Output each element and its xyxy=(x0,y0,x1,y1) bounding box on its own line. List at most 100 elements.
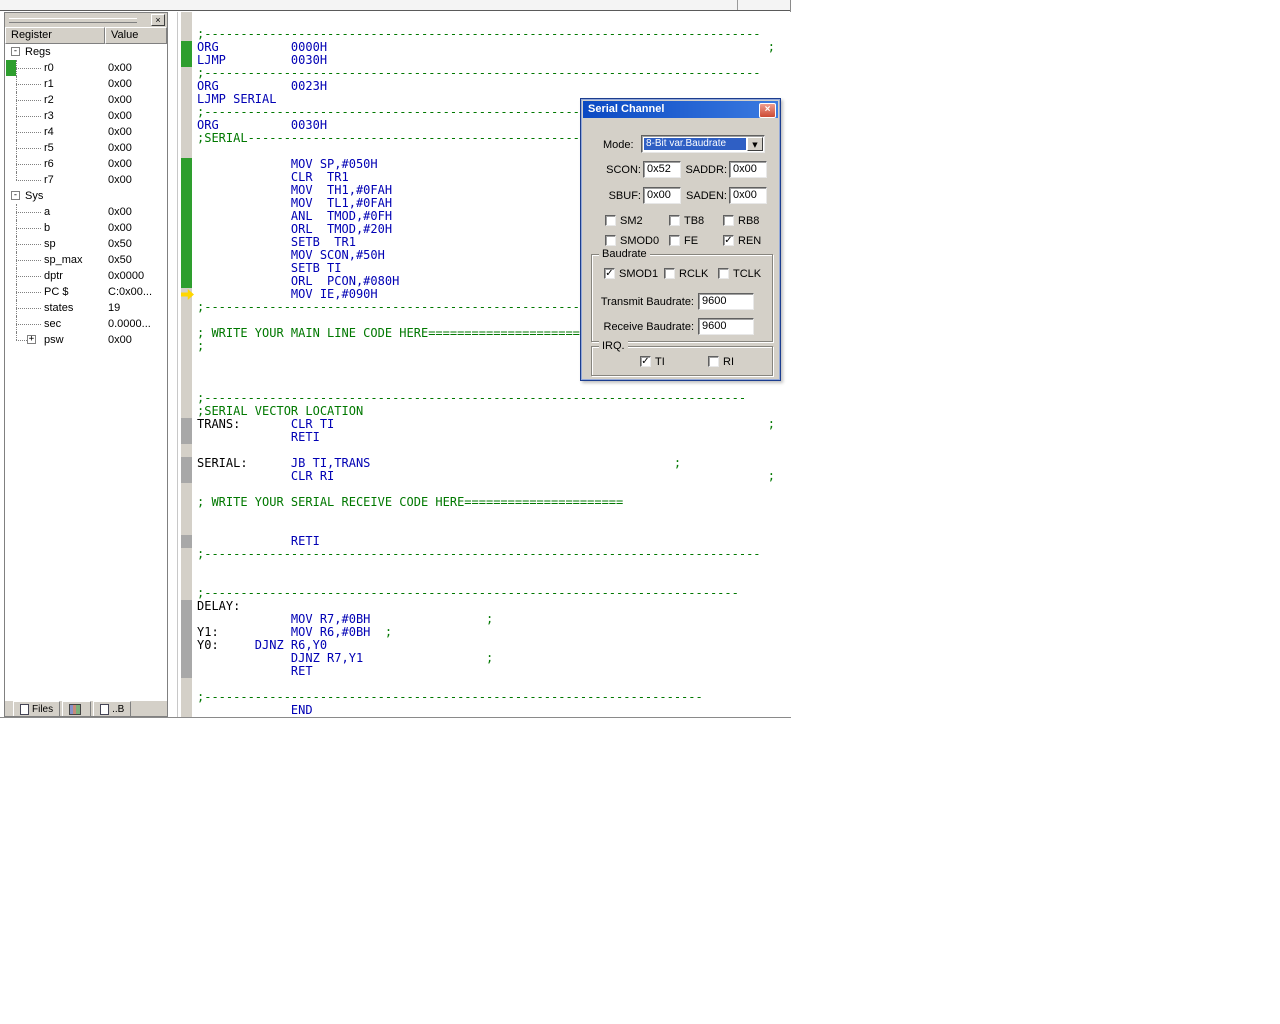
register-row-dptr[interactable]: dptr 0x0000 xyxy=(5,268,167,284)
code-line[interactable]: ORG 0023H xyxy=(197,80,775,93)
code-line[interactable] xyxy=(197,509,775,522)
checkbox-smod1[interactable]: ✓ SMOD1 xyxy=(604,267,658,280)
code-line[interactable]: CLR RI ; xyxy=(197,470,775,483)
executed-code-marker xyxy=(181,41,192,54)
code-line[interactable]: RET xyxy=(197,665,775,678)
register-row-pc-[interactable]: PC $ C:0x00... xyxy=(5,284,167,300)
code-text: CLR RI xyxy=(197,469,335,483)
checkbox-box xyxy=(718,268,729,279)
transmit-baudrate-label: Transmit Baudrate: xyxy=(600,296,694,308)
code-line[interactable]: RETI xyxy=(197,431,775,444)
code-line[interactable] xyxy=(197,561,775,574)
code-text: DELAY: xyxy=(197,599,241,613)
register-change-marker xyxy=(6,60,16,76)
saddr-label: SADDR: xyxy=(685,164,727,176)
register-row-r5[interactable]: r5 0x00 xyxy=(5,140,167,156)
checkbox-tclk[interactable]: TCLK xyxy=(718,267,761,280)
checkbox-tb8[interactable]: TB8 xyxy=(669,214,704,227)
register-row-r6[interactable]: r6 0x00 xyxy=(5,156,167,172)
column-header-register[interactable]: Register xyxy=(5,27,105,44)
transmit-baudrate-input[interactable]: 9600 xyxy=(698,293,754,310)
code-line[interactable]: ;---------------------------------------… xyxy=(197,587,775,600)
register-row-r7[interactable]: r7 0x00 xyxy=(5,172,167,188)
scon-input[interactable]: 0x52 xyxy=(643,161,681,178)
application-window: × Register Value - Regs r0 0x00 r1 0x00 r2 0x00… xyxy=(0,0,791,718)
saden-label: SADEN: xyxy=(686,190,727,202)
code-text: ; xyxy=(327,40,775,54)
tree-connector xyxy=(16,332,17,340)
code-line-marker xyxy=(181,665,192,678)
saden-input[interactable]: 0x00 xyxy=(729,187,767,204)
saddr-input[interactable]: 0x00 xyxy=(729,161,767,178)
document-icon xyxy=(20,704,29,715)
tab-files[interactable]: Files xyxy=(13,701,61,716)
checkbox-sm2[interactable]: SM2 xyxy=(605,214,643,227)
checkbox-row-2: SMOD0 FE ✓ REN xyxy=(583,234,778,248)
register-name: sp_max xyxy=(44,254,83,266)
register-row-a[interactable]: a 0x00 xyxy=(5,204,167,220)
register-row-regs[interactable]: - Regs xyxy=(5,44,167,60)
register-table-header: Register Value xyxy=(5,27,167,44)
tab-regs[interactable] xyxy=(62,701,92,716)
register-row-sp[interactable]: sp 0x50 xyxy=(5,236,167,252)
collapse-icon[interactable]: - xyxy=(11,191,20,200)
register-row-r1[interactable]: r1 0x00 xyxy=(5,76,167,92)
collapse-icon[interactable]: - xyxy=(11,47,20,56)
checkbox-smod0[interactable]: SMOD0 xyxy=(605,234,659,247)
checkbox-rb8[interactable]: RB8 xyxy=(723,214,759,227)
code-line[interactable]: END xyxy=(197,704,775,717)
checkbox-ti[interactable]: ✓ TI xyxy=(640,355,665,368)
code-text: ;---------------------------------------… xyxy=(197,690,703,704)
register-name: sp xyxy=(44,238,56,250)
dialog-titlebar[interactable]: Serial Channel × xyxy=(583,101,778,118)
tree-connector xyxy=(16,324,41,325)
close-register-window-button[interactable]: × xyxy=(151,14,165,26)
checkbox-rclk[interactable]: RCLK xyxy=(664,267,708,280)
toolbar-separator xyxy=(737,0,738,10)
executed-code-marker xyxy=(181,54,192,67)
register-row-r0[interactable]: r0 0x00 xyxy=(5,60,167,76)
register-row-r2[interactable]: r2 0x00 xyxy=(5,92,167,108)
register-value: 0.0000... xyxy=(108,318,151,330)
executed-code-marker xyxy=(181,210,192,223)
drag-grip[interactable] xyxy=(9,18,137,23)
code-text: MOV R6,#0BH xyxy=(218,625,371,639)
register-name: r2 xyxy=(44,94,54,106)
code-line[interactable]: ; WRITE YOUR SERIAL RECEIVE CODE HERE===… xyxy=(197,496,775,509)
checkbox-fe[interactable]: FE xyxy=(669,234,698,247)
code-text: ORL PCON,#080H xyxy=(197,274,400,288)
checkbox-ren[interactable]: ✓ REN xyxy=(723,234,761,247)
code-text: CLR TR1 xyxy=(197,170,349,184)
tab-books[interactable]: ..B xyxy=(93,701,132,716)
mode-combobox[interactable]: 8-Bit var.Baudrate ▼ xyxy=(641,135,765,153)
checkbox-ri[interactable]: RI xyxy=(708,355,734,368)
sbuf-input[interactable]: 0x00 xyxy=(643,187,681,204)
checkbox-label: TCLK xyxy=(733,267,762,280)
register-tree: - Regs r0 0x00 r1 0x00 r2 0x00 r3 0x00 r4 0x00 r5 0x0… xyxy=(5,44,167,701)
expand-icon[interactable]: + xyxy=(27,335,36,344)
checkbox-label: REN xyxy=(738,234,762,247)
register-row-sp-max[interactable]: sp_max 0x50 xyxy=(5,252,167,268)
register-row-psw[interactable]: + psw 0x00 xyxy=(5,332,167,348)
code-text: ;SERIAL---------------------------------… xyxy=(197,131,631,145)
register-row-states[interactable]: states 19 xyxy=(5,300,167,316)
register-name: r0 xyxy=(44,62,54,74)
code-text: ;SERIAL VECTOR LOCATION xyxy=(197,404,364,418)
code-line[interactable]: ;---------------------------------------… xyxy=(197,548,775,561)
register-row-sec[interactable]: sec 0.0000... xyxy=(5,316,167,332)
register-row-r3[interactable]: r3 0x00 xyxy=(5,108,167,124)
register-name: a xyxy=(44,206,51,218)
register-row-r4[interactable]: r4 0x00 xyxy=(5,124,167,140)
register-value: 0x00 xyxy=(108,78,132,90)
receive-baudrate-input[interactable]: 9600 xyxy=(698,318,754,335)
sbuf-label: SBUF: xyxy=(608,190,641,202)
column-header-value[interactable]: Value xyxy=(105,27,167,44)
register-value: 0x00 xyxy=(108,94,132,106)
dialog-close-button[interactable]: × xyxy=(759,103,776,118)
code-line-marker xyxy=(181,431,192,444)
combo-dropdown-button[interactable]: ▼ xyxy=(747,137,763,151)
receive-baudrate-value: 9600 xyxy=(702,320,727,332)
register-row-sys[interactable]: - Sys xyxy=(5,188,167,204)
register-row-b[interactable]: b 0x00 xyxy=(5,220,167,236)
code-text: SERIAL: xyxy=(197,456,248,470)
